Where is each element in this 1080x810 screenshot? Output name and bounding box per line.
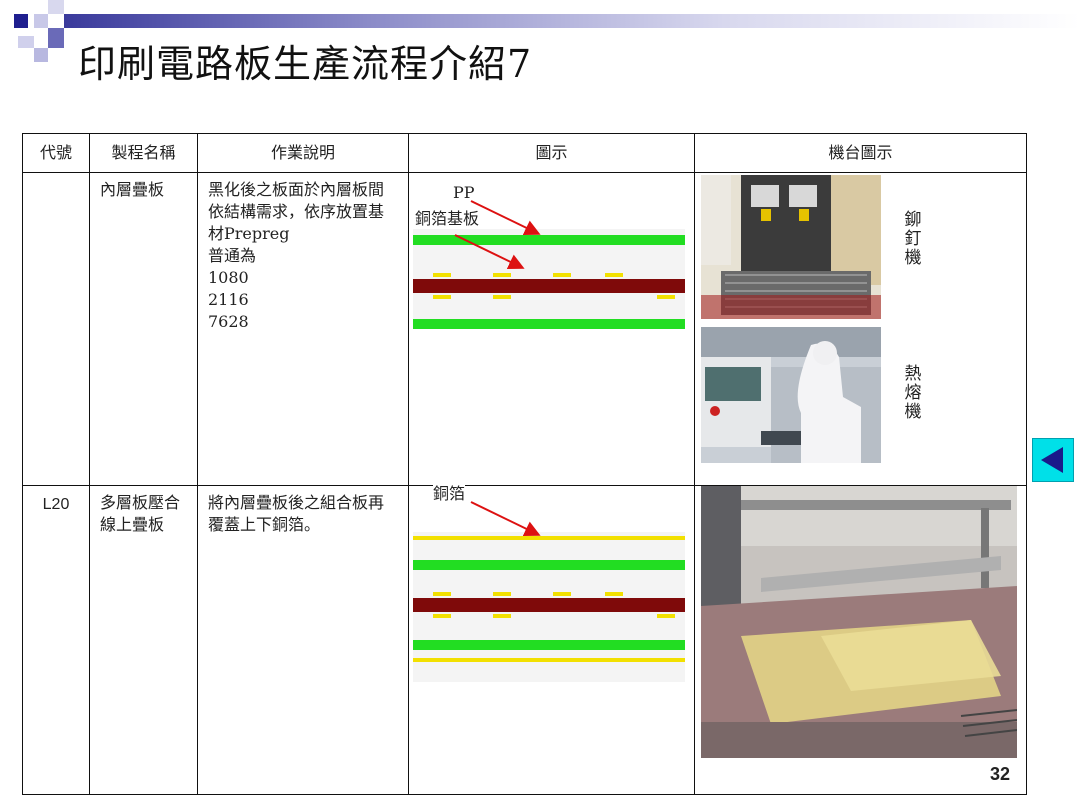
corner-decoration	[48, 0, 64, 14]
row-process-name: 多層板壓合 線上疊板	[89, 485, 198, 795]
arrow-to-prepreg	[470, 200, 541, 235]
corner-decoration	[34, 48, 48, 62]
slide-title: 印刷電路板生產流程介紹7	[78, 42, 533, 86]
row-code: L20	[22, 485, 90, 795]
header-code: 代號	[22, 133, 90, 173]
header-diagram: 圖示	[408, 133, 695, 173]
machine-photo-cell: 鉚釘機 熱熔機	[694, 172, 1027, 486]
pointer-arrows	[470, 501, 541, 536]
table-header-row: 代號 製程名稱 作業說明 圖示 機台圖示	[22, 133, 1027, 173]
table-row: L20 多層板壓合 線上疊板 將內層疊板後之組合板再覆蓋上下銅箔。 銅箔	[22, 484, 1027, 795]
header-machine: 機台圖示	[694, 133, 1027, 173]
inner-layup-diagram: PP 銅箔基板	[409, 173, 695, 469]
row-description: 黑化後之板面於內層板間依結構需求，依序放置基材Prepreg 普通為 1080 …	[197, 172, 409, 486]
corner-decoration	[14, 14, 28, 28]
machine-photo-cell	[694, 485, 1027, 795]
layer-diagram-cell: 銅箔	[408, 484, 695, 795]
riveting-machine-photo	[701, 175, 881, 319]
process-table: 代號 製程名稱 作業說明 圖示 機台圖示 內層疊板 黑化後之板面於內層板間依結構…	[22, 133, 1027, 795]
title-bar-decoration	[64, 14, 1080, 28]
lamination-line-photo	[701, 486, 1017, 758]
row-description: 將內層疊板後之組合板再覆蓋上下銅箔。	[197, 485, 409, 795]
hot-melt-machine-image	[701, 327, 881, 463]
corner-decoration	[34, 14, 48, 28]
arrow-to-copper-foil	[470, 501, 541, 536]
page-number: 32	[990, 764, 1011, 784]
layer-diagram-cell: PP 銅箔基板	[408, 172, 695, 486]
row-code	[22, 172, 90, 486]
corner-decoration	[48, 28, 64, 48]
header-process-name: 製程名稱	[89, 133, 198, 173]
table-row: 內層疊板 黑化後之板面於內層板間依結構需求，依序放置基材Prepreg 普通為 …	[22, 172, 1027, 486]
arrow-to-core	[454, 234, 525, 269]
machine-label-riveting: 鉚釘機	[904, 210, 922, 268]
back-navigation-button[interactable]	[1032, 438, 1074, 482]
machine-label-hot-melt: 熱熔機	[904, 364, 922, 422]
lamination-layup-diagram: 銅箔	[409, 484, 695, 782]
corner-decoration	[18, 36, 34, 48]
pointer-arrows	[454, 200, 541, 269]
hot-melt-machine-photo	[701, 327, 881, 463]
lamination-line-image	[701, 486, 1017, 758]
header-description: 作業說明	[197, 133, 409, 173]
row-process-name: 內層疊板	[89, 172, 198, 486]
back-arrow-icon	[1041, 447, 1063, 473]
riveting-machine-image	[701, 175, 881, 319]
